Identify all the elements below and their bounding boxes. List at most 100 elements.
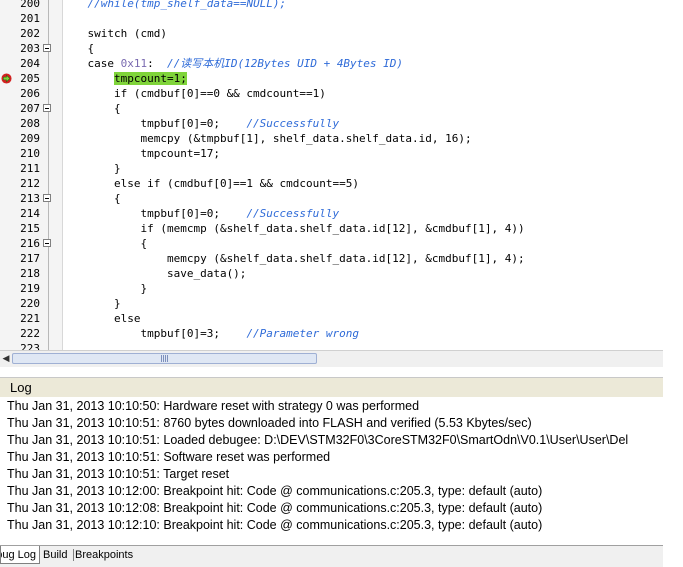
line-number: 211 xyxy=(20,162,40,175)
code-hex-literal: 0x11 xyxy=(120,57,148,70)
code-token: switch (cmd) xyxy=(61,27,167,40)
code-text: //while(tmp_shelf_data==NULL); xyxy=(61,0,287,11)
code-text: switch (cmd) xyxy=(61,26,167,41)
bottom-tab-bar: Debug Log Build Breakpoints xyxy=(0,545,663,567)
log-entry: Thu Jan 31, 2013 10:12:08: Breakpoint hi… xyxy=(7,501,543,515)
line-number: 208 xyxy=(20,117,40,130)
code-comment: //Parameter wrong xyxy=(246,327,360,340)
code-text: else if (cmdbuf[0]==1 && cmdcount==5) xyxy=(61,176,359,191)
horizontal-scrollbar[interactable]: ◀ xyxy=(0,350,663,367)
code-line[interactable]: 215 if (memcmp (&shelf_data.shelf_data.i… xyxy=(0,221,663,236)
code-line[interactable]: 220 } xyxy=(0,296,663,311)
line-number: 221 xyxy=(20,312,40,325)
code-token: memcpy (&shelf_data.shelf_data.id[12], &… xyxy=(61,252,525,265)
code-text: tmpbuf[0]=0; //Successfully xyxy=(61,206,339,221)
tab-debug-log[interactable]: Debug Log xyxy=(0,546,40,564)
scroll-grip-icon xyxy=(161,355,169,362)
code-line[interactable]: 223 xyxy=(0,341,663,350)
line-number: 203 xyxy=(20,42,40,55)
line-number: 222 xyxy=(20,327,40,340)
line-number: 216 xyxy=(20,237,40,250)
code-line[interactable]: 211 } xyxy=(0,161,663,176)
code-line[interactable]: 202 switch (cmd) xyxy=(0,26,663,41)
code-text: case 0x11: //读写本机ID(12Bytes UID + 4Bytes… xyxy=(61,56,403,71)
line-number: 214 xyxy=(20,207,40,220)
line-number: 204 xyxy=(20,57,40,70)
code-text: tmpbuf[0]=0; //Successfully xyxy=(61,116,339,131)
code-text: else xyxy=(61,311,141,326)
line-number: 209 xyxy=(20,132,40,145)
code-text: { xyxy=(61,236,147,251)
code-text: { xyxy=(61,101,121,116)
code-text: if (cmdbuf[0]==0 && cmdcount==1) xyxy=(61,86,326,101)
log-entry: Thu Jan 31, 2013 10:10:51: Target reset xyxy=(7,467,230,481)
code-line[interactable]: 204 case 0x11: //读写本机ID(12Bytes UID + 4B… xyxy=(0,56,663,71)
line-number: 210 xyxy=(20,147,40,160)
fold-minus-icon[interactable] xyxy=(43,44,51,52)
code-text: tmpcount=17; xyxy=(61,146,219,161)
fold-minus-icon[interactable] xyxy=(43,239,51,247)
code-token: memcpy (&tmpbuf[1], shelf_data.shelf_dat… xyxy=(61,132,472,145)
code-text: memcpy (&tmpbuf[1], shelf_data.shelf_dat… xyxy=(61,131,472,146)
breakpoint-arrow-icon[interactable] xyxy=(1,73,12,84)
code-text: } xyxy=(61,161,121,176)
line-number: 215 xyxy=(20,222,40,235)
code-comment: //Successfully xyxy=(246,207,340,220)
tab-breakpoints[interactable]: Breakpoints xyxy=(75,546,133,564)
code-line[interactable]: 219 } xyxy=(0,281,663,296)
log-entry: Thu Jan 31, 2013 10:10:50: Hardware rese… xyxy=(7,399,420,413)
code-line[interactable]: 216 { xyxy=(0,236,663,251)
code-text: { xyxy=(61,191,121,206)
code-token: else if (cmdbuf[0]==1 && cmdcount==5) xyxy=(61,177,360,190)
code-token: tmpbuf[0]=0; xyxy=(61,117,247,130)
code-token: tmpbuf[0]=3; xyxy=(61,327,247,340)
code-line[interactable]: 208 tmpbuf[0]=0; //Successfully xyxy=(0,116,663,131)
code-line[interactable]: 209 memcpy (&tmpbuf[1], shelf_data.shelf… xyxy=(0,131,663,146)
code-line[interactable]: 217 memcpy (&shelf_data.shelf_data.id[12… xyxy=(0,251,663,266)
line-number: 205 xyxy=(20,72,40,85)
log-entry: Thu Jan 31, 2013 10:10:51: Loaded debuge… xyxy=(7,433,629,447)
line-number: 223 xyxy=(20,342,40,350)
horizontal-scroll-thumb[interactable] xyxy=(12,353,317,364)
tab-separator xyxy=(73,549,74,561)
code-line[interactable]: 213 { xyxy=(0,191,663,206)
log-entry: Thu Jan 31, 2013 10:12:10: Breakpoint hi… xyxy=(7,518,543,532)
fold-minus-icon[interactable] xyxy=(43,194,51,202)
code-line[interactable]: 210 tmpcount=17; xyxy=(0,146,663,161)
tab-label: Debug Log xyxy=(1,549,36,561)
line-number: 200 xyxy=(20,0,40,10)
code-token: { xyxy=(61,237,148,250)
code-line[interactable]: 206 if (cmdbuf[0]==0 && cmdcount==1) xyxy=(0,86,663,101)
line-number: 212 xyxy=(20,177,40,190)
line-number: 207 xyxy=(20,102,40,115)
code-editor[interactable]: 200 //while(tmp_shelf_data==NULL); 201 202… xyxy=(0,0,663,350)
code-line[interactable]: 222 tmpbuf[0]=3; //Parameter wrong xyxy=(0,326,663,341)
code-token: } xyxy=(61,162,121,175)
code-line[interactable]: 214 tmpbuf[0]=0; //Successfully xyxy=(0,206,663,221)
code-comment: //读写本机ID(12Bytes UID + 4Bytes ID) xyxy=(166,57,404,70)
code-line[interactable]: 201 xyxy=(0,11,663,26)
code-text: if (memcmp (&shelf_data.shelf_data.id[12… xyxy=(61,221,524,236)
code-text: { xyxy=(61,41,94,56)
code-line[interactable]: 207 { xyxy=(0,101,663,116)
log-panel[interactable]: Thu Jan 31, 2013 10:10:50: Hardware rese… xyxy=(0,397,663,542)
code-token: { xyxy=(61,42,95,55)
code-text: save_data(); xyxy=(61,266,246,281)
code-comment: //Successfully xyxy=(246,117,340,130)
code-line[interactable]: 212 else if (cmdbuf[0]==1 && cmdcount==5… xyxy=(0,176,663,191)
line-number: 206 xyxy=(20,87,40,100)
scroll-left-arrow-icon[interactable]: ◀ xyxy=(0,352,12,365)
tab-build[interactable]: Build xyxy=(43,546,67,564)
code-token: } xyxy=(61,297,121,310)
code-line[interactable]: 221 else xyxy=(0,311,663,326)
code-line[interactable]: 218 save_data(); xyxy=(0,266,663,281)
line-number: 213 xyxy=(20,192,40,205)
code-line[interactable]: 200 //while(tmp_shelf_data==NULL); xyxy=(0,0,663,11)
code-token: case xyxy=(61,57,121,70)
fold-minus-icon[interactable] xyxy=(43,104,51,112)
code-token: if (cmdbuf[0]==0 && cmdcount==1) xyxy=(61,87,326,100)
code-line[interactable]: 203 { xyxy=(0,41,663,56)
code-line[interactable]: 205 tmpcount=1; xyxy=(0,71,663,86)
